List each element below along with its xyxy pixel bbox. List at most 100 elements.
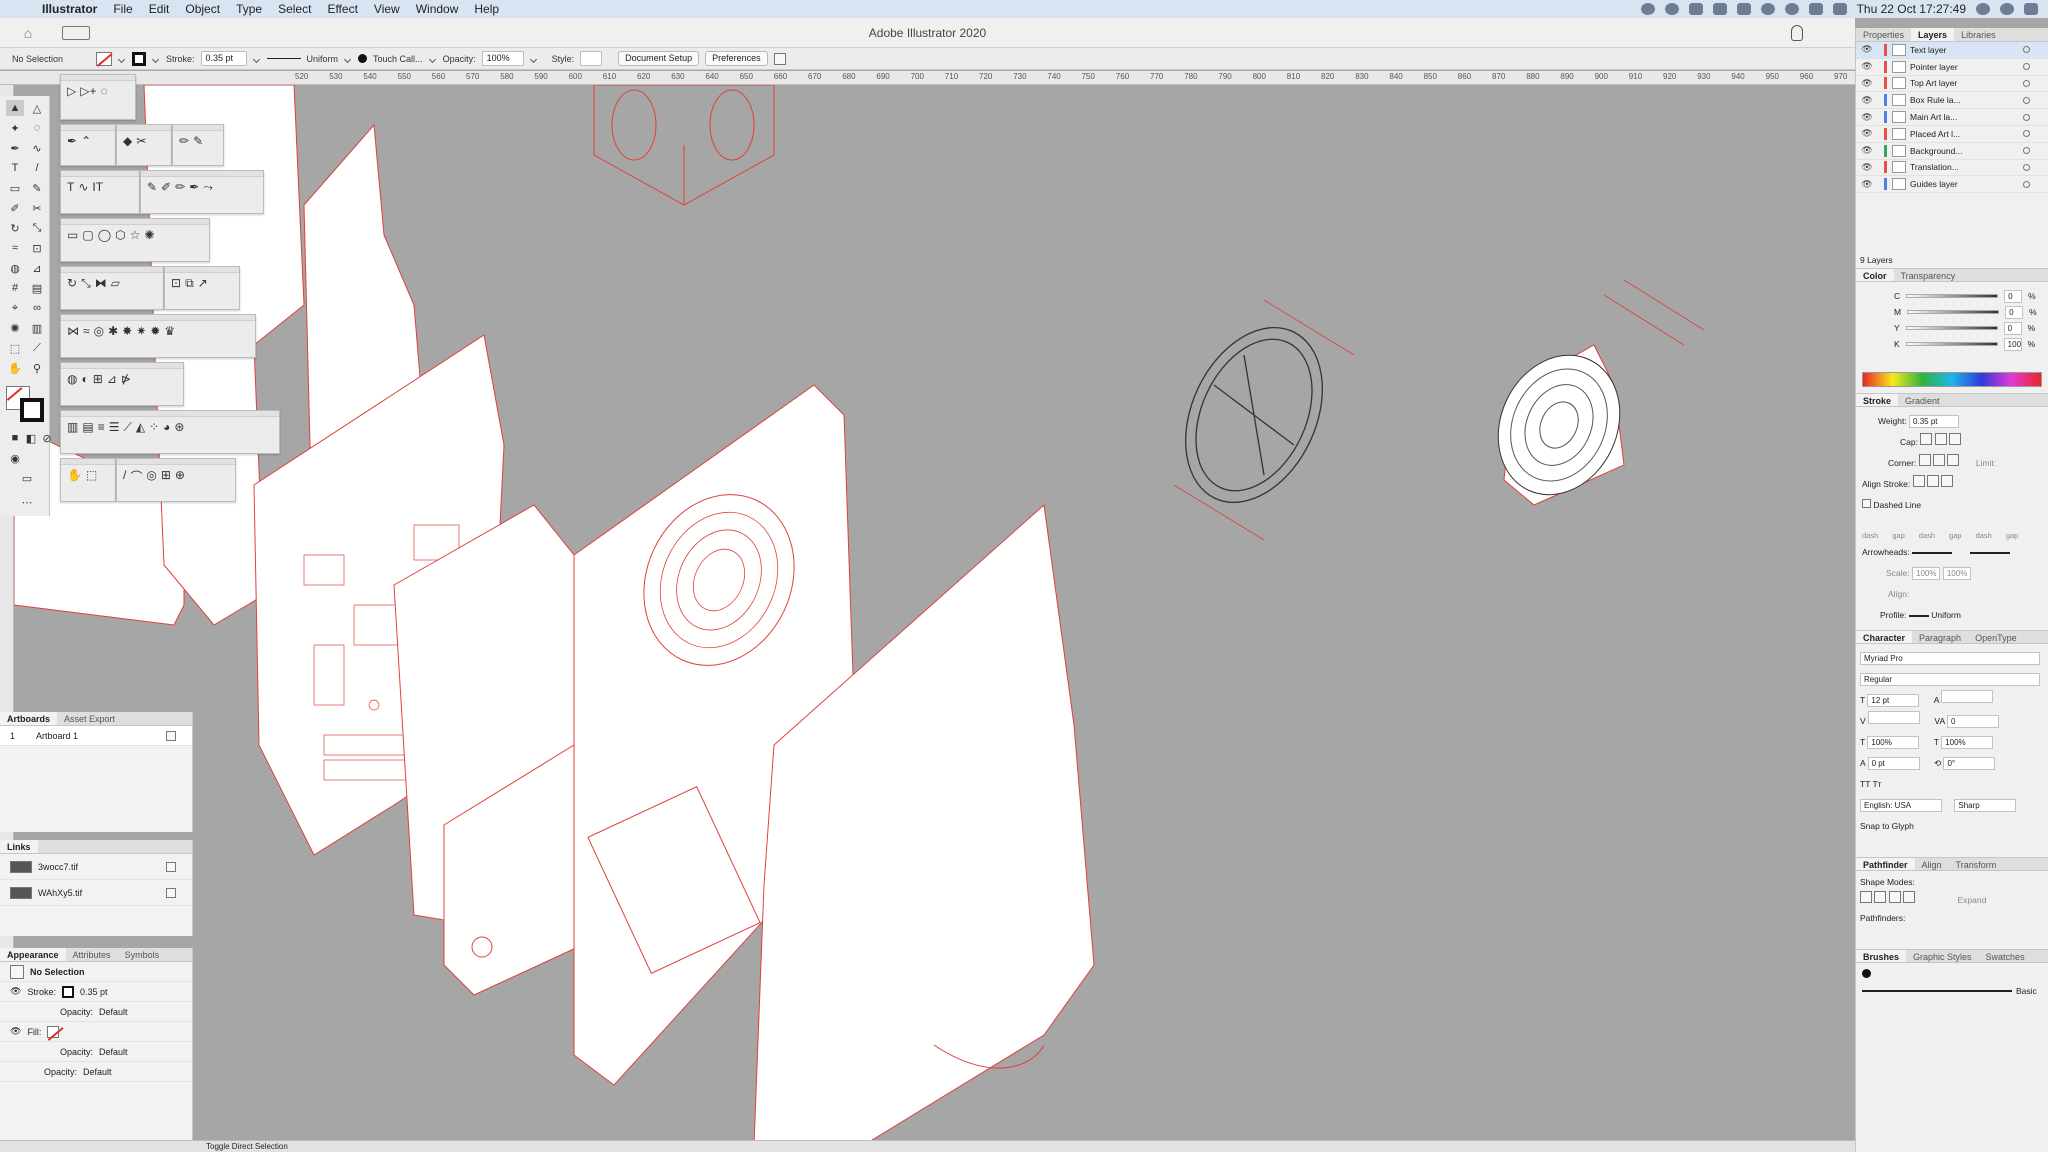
perspective-selection-tool-icon[interactable]: ⋫ — [121, 372, 131, 386]
scallop-tool-icon[interactable]: ✷ — [136, 324, 146, 338]
pen-tool-icon[interactable]: ✒ — [6, 140, 24, 156]
scale-tool-icon[interactable]: ⤡ — [28, 220, 46, 236]
reflect-tool-icon[interactable]: ⧓ — [95, 276, 107, 291]
scissors-tool-icon[interactable]: ✂ — [136, 134, 146, 148]
bar-graph-tool-icon[interactable]: ≡ — [98, 420, 105, 435]
artboard-options-icon[interactable] — [166, 730, 176, 741]
visibility-eye-icon[interactable]: 👁 — [1860, 162, 1874, 173]
basic-brush-row[interactable]: Basic — [1862, 986, 2042, 996]
chevron-down-icon[interactable] — [344, 55, 352, 63]
layer-name[interactable]: Translation... — [1910, 162, 1959, 172]
appearance-object-opacity-row[interactable]: Opacity: Default — [0, 1062, 192, 1082]
airplay-icon[interactable] — [1736, 3, 1751, 15]
warp-tool-icon[interactable]: ≈ — [83, 324, 90, 338]
spiral-tool-icon[interactable]: ◎ — [146, 468, 156, 485]
perspective-grid-tool-icon[interactable]: ⊿ — [28, 260, 46, 276]
appearance-fill-opacity-row[interactable]: Opacity: Default — [0, 1042, 192, 1062]
layer-name[interactable]: Guides layer — [1910, 179, 1958, 189]
layer-target-icon[interactable] — [2023, 147, 2030, 155]
link-name[interactable]: WAhXy5.tif — [38, 888, 82, 898]
appearance-fill-row[interactable]: 👁 Fill: — [0, 1022, 192, 1042]
layer-row[interactable]: 👁 Top Art layer — [1856, 76, 2048, 93]
menu-help[interactable]: Help — [466, 2, 507, 16]
artboard-name[interactable]: Artboard 1 — [36, 731, 78, 741]
brush-dot-icon[interactable] — [1862, 969, 1871, 978]
arc-tool-icon[interactable]: ⌒ — [130, 468, 142, 485]
layer-row[interactable]: 👁 Placed Art l... — [1856, 126, 2048, 143]
visibility-eye-icon[interactable]: 👁 — [1860, 179, 1874, 190]
time-machine-icon[interactable] — [1760, 3, 1775, 15]
bloat-tool-icon[interactable]: ✸ — [122, 324, 132, 338]
rounded-rectangle-tool-icon[interactable]: ▢ — [82, 228, 93, 242]
align-outside-icon[interactable] — [1941, 475, 1954, 487]
horizontal-ruler[interactable]: 520 530 540 550 560 570 580 590 600 610 620 630 640 6… — [0, 71, 1855, 85]
horizontal-scale-input[interactable]: 100% — [1941, 736, 1994, 749]
pencil-tool-icon[interactable]: ✏ — [179, 134, 189, 148]
layer-name[interactable]: Top Art layer — [1910, 78, 1957, 88]
layer-target-icon[interactable] — [2023, 79, 2030, 87]
layer-target-icon[interactable] — [2023, 130, 2030, 138]
radar-graph-tool-icon[interactable]: ⊛ — [174, 420, 184, 435]
layer-row[interactable]: 👁 Translation... — [1856, 160, 2048, 177]
zoom-tool-icon[interactable]: ⚲ — [28, 360, 46, 376]
free-transform-tool-icon[interactable]: ⊡ — [171, 276, 181, 291]
shear-tool-icon[interactable]: ▱ — [111, 276, 120, 291]
visibility-eye-icon[interactable]: 👁 — [1860, 128, 1874, 139]
volume-icon[interactable] — [1832, 3, 1847, 15]
shape-builder-tool-icon[interactable]: ◍ — [67, 372, 77, 386]
layer-row[interactable]: 👁 Pointer layer — [1856, 59, 2048, 76]
visibility-eye-icon[interactable]: 👁 — [1860, 78, 1874, 89]
selection-tool-icon[interactable]: ▷ — [67, 84, 76, 98]
tab-asset-export[interactable]: Asset Export — [57, 712, 122, 725]
draw-mode-icon[interactable]: ◉ — [6, 450, 24, 466]
all-caps-icon[interactable]: TT — [1860, 779, 1870, 789]
visibility-eye-icon[interactable]: 👁 — [1860, 44, 1874, 55]
layer-name[interactable]: Text layer — [1910, 45, 1946, 55]
layer-row[interactable]: 👁 Background... — [1856, 143, 2048, 160]
minus-front-icon[interactable] — [1874, 891, 1887, 903]
channel-value-input[interactable]: 0 — [2003, 321, 2022, 335]
align-center-icon[interactable] — [1912, 475, 1925, 487]
type-tool-icon[interactable]: T — [67, 180, 74, 194]
menu-object[interactable]: Object — [177, 2, 228, 16]
channel-value-input[interactable]: 0 — [2005, 305, 2024, 319]
lasso-tool-icon[interactable]: ◌ — [100, 84, 107, 98]
menubar-clock[interactable]: Thu 22 Oct 17:27:49 — [1857, 2, 1966, 16]
print-tiling-tool-icon[interactable]: ⬚ — [86, 468, 97, 482]
wrinkle-tool-icon[interactable]: ♛ — [164, 324, 175, 338]
font-size-input[interactable]: 12 pt — [1867, 694, 1920, 707]
tab-align[interactable]: Align — [1915, 858, 1949, 870]
stroke-value[interactable]: 0.35 pt — [80, 987, 108, 997]
tab-layers[interactable]: Layers — [1911, 28, 1955, 41]
tab-appearance[interactable]: Appearance — [0, 948, 66, 961]
pie-graph-tool-icon[interactable]: ◕ — [163, 420, 170, 435]
round-cap-icon[interactable] — [1934, 433, 1947, 445]
small-caps-icon[interactable]: Tт — [1872, 779, 1881, 789]
opacity-label[interactable]: Opacity: — [60, 1047, 93, 1057]
paintbrush-tool-icon[interactable]: ✎ — [28, 180, 46, 196]
visibility-eye-icon[interactable]: 👁 — [1860, 61, 1874, 72]
stroke-swatch[interactable] — [61, 985, 74, 998]
tab-transparency[interactable]: Transparency — [1894, 269, 1963, 281]
shaper-tool-icon[interactable]: ✐ — [6, 200, 24, 216]
hand-tool-icon[interactable]: ✋ — [67, 468, 82, 482]
magic-wand-tool-icon[interactable]: ✦ — [6, 120, 24, 136]
chevron-right-icon[interactable] — [530, 55, 538, 63]
align-inside-icon[interactable] — [1926, 475, 1939, 487]
notification-icon[interactable] — [1688, 3, 1703, 15]
tab-stroke[interactable]: Stroke — [1856, 394, 1899, 406]
profile-select[interactable]: Uniform — [1931, 610, 1961, 620]
edit-toolbar-icon[interactable]: ⋯ — [18, 494, 36, 510]
end-scale-input[interactable]: 100% — [1942, 567, 1972, 580]
bluetooth-icon[interactable] — [1784, 3, 1799, 15]
lightbulb-icon[interactable] — [1791, 25, 1803, 41]
flare-tool-icon[interactable]: ✺ — [144, 228, 154, 242]
tab-brushes[interactable]: Brushes — [1856, 950, 1907, 962]
opacity-input[interactable]: 100% — [481, 51, 524, 66]
layer-target-icon[interactable] — [2023, 46, 2030, 54]
layer-target-icon[interactable] — [2023, 163, 2030, 171]
layer-name[interactable]: Pointer layer — [1910, 62, 1958, 72]
appearance-stroke-row[interactable]: 👁 Stroke: 0.35 pt — [0, 982, 192, 1002]
twirl-tool-icon[interactable]: ◎ — [94, 324, 104, 338]
layer-row[interactable]: 👁 Box Rule la... — [1856, 92, 2048, 110]
